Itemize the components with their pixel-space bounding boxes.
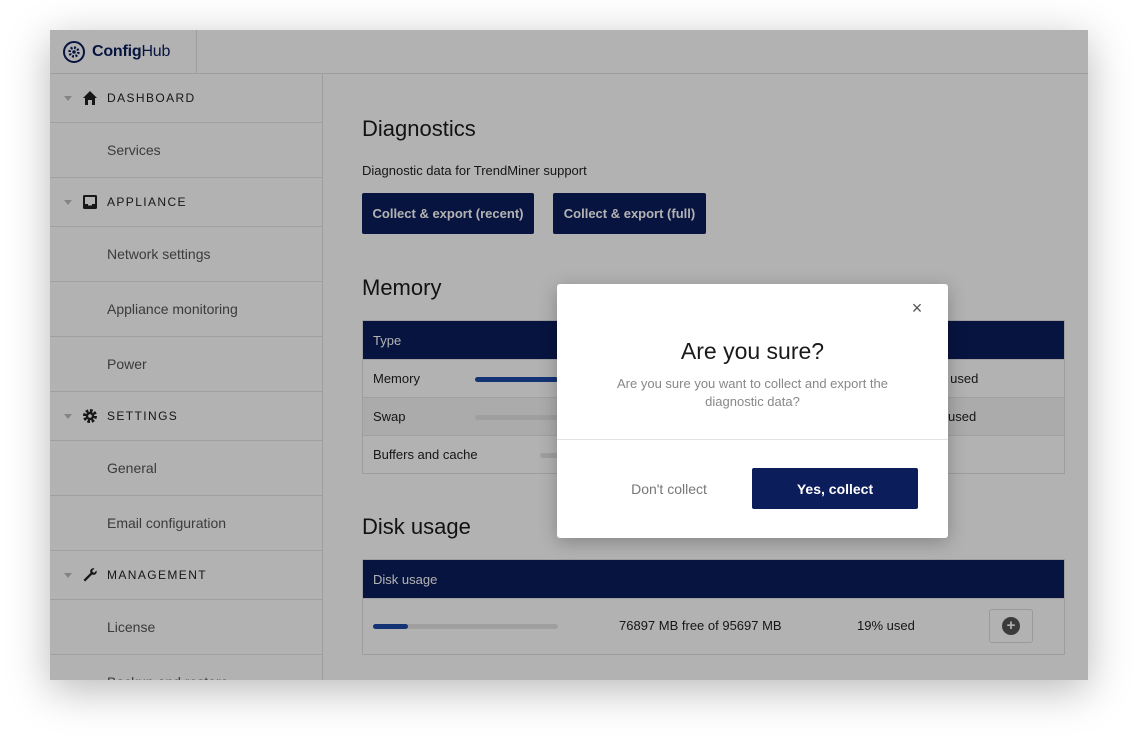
confirm-dialog: × Are you sure? Are you sure you want to…	[557, 284, 948, 538]
yes-collect-button[interactable]: Yes, collect	[752, 468, 918, 509]
dialog-message: Are you sure you want to collect and exp…	[617, 376, 888, 409]
close-icon[interactable]: ×	[907, 298, 927, 318]
dialog-title: Are you sure?	[680, 338, 825, 364]
dialog-divider	[557, 439, 948, 440]
dont-collect-button[interactable]: Don't collect	[617, 468, 721, 509]
app-window: ConfigHub DASHBOARD Services APPLIANCE N…	[50, 30, 1088, 680]
